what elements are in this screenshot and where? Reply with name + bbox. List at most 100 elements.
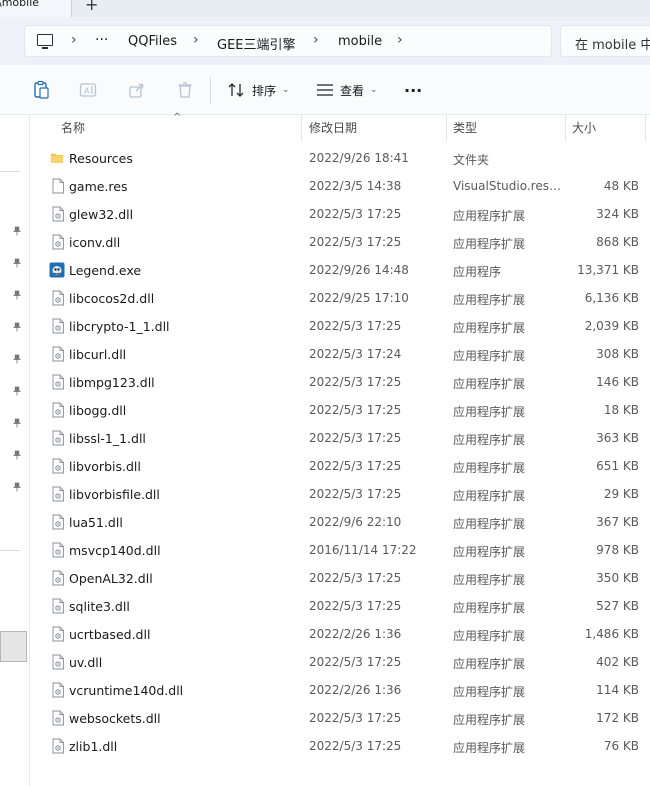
new-tab-icon[interactable]: +	[85, 0, 98, 14]
nav-item-selected[interactable]	[0, 631, 27, 662]
column-divider[interactable]	[645, 115, 646, 141]
file-type: 应用程序扩展	[453, 573, 526, 587]
file-size: 146 KB	[596, 375, 639, 389]
view-icon	[317, 84, 333, 96]
chevron-right-icon[interactable]: ›	[313, 32, 319, 48]
file-row[interactable]: zlib1.dll 2022/5/3 17:25 应用程序扩展 76 KB	[31, 732, 650, 760]
dll-icon	[52, 598, 64, 614]
column-header: ^ 名称 修改日期 类型 大小	[31, 112, 650, 141]
this-pc-icon[interactable]	[37, 34, 53, 49]
file-name: Legend.exe	[69, 263, 142, 278]
file-name: Resources	[69, 151, 133, 166]
dll-icon	[52, 710, 64, 726]
breadcrumb-mobile[interactable]: mobile	[338, 34, 382, 49]
file-size: 6,136 KB	[584, 291, 639, 305]
breadcrumb-gee[interactable]: GEE三端引擎	[217, 34, 296, 53]
chevron-right-icon[interactable]: ›	[71, 32, 77, 48]
file-name: websockets.dll	[69, 711, 161, 726]
rename-icon[interactable]: A	[78, 80, 98, 100]
file-row[interactable]: websockets.dll 2022/5/3 17:25 应用程序扩展 172 KB	[31, 704, 650, 732]
file-date: 2022/5/3 17:25	[309, 207, 402, 221]
file-row[interactable]: ucrtbased.dll 2022/2/26 1:36 应用程序扩展 1,486 K…	[31, 620, 650, 648]
file-type: 应用程序扩展	[453, 237, 526, 251]
column-date[interactable]: 修改日期	[309, 119, 357, 136]
file-date: 2022/5/3 17:25	[309, 431, 402, 445]
file-size: 76 KB	[603, 739, 639, 753]
sort-button[interactable]: 排序 ⌄	[228, 80, 290, 100]
file-row[interactable]: vcruntime140d.dll 2022/2/26 1:36 应用程序扩展 114…	[31, 676, 650, 704]
file-size: 308 KB	[596, 347, 639, 361]
column-size[interactable]: 大小	[572, 119, 596, 136]
paste-icon[interactable]	[31, 80, 51, 100]
file-row[interactable]: libcrypto-1_1.dll 2022/5/3 17:25 应用程序扩展 2,0…	[31, 312, 650, 340]
file-date: 2022/5/3 17:25	[309, 599, 402, 613]
tab-current[interactable]: \mobile	[0, 0, 72, 17]
file-type: 应用程序扩展	[453, 517, 526, 531]
file-date: 2022/5/3 17:25	[309, 375, 402, 389]
file-size: 114 KB	[596, 683, 639, 697]
nav-divider	[0, 550, 20, 551]
file-row[interactable]: uv.dll 2022/5/3 17:25 应用程序扩展 402 KB	[31, 648, 650, 676]
file-row[interactable]: iconv.dll 2022/5/3 17:25 应用程序扩展 868 KB	[31, 228, 650, 256]
more-options-button[interactable]: ···	[404, 80, 422, 100]
file-row[interactable]: OpenAL32.dll 2022/5/3 17:25 应用程序扩展 350 KB	[31, 564, 650, 592]
file-row[interactable]: libssl-1_1.dll 2022/5/3 17:25 应用程序扩展 363 KB	[31, 424, 650, 452]
dll-icon	[52, 738, 64, 754]
file-name: msvcp140d.dll	[69, 543, 161, 558]
file-name: lua51.dll	[69, 515, 123, 530]
pin-icon[interactable]	[12, 354, 22, 364]
more-crumbs-icon[interactable]: ···	[95, 32, 108, 48]
search-box[interactable]: 在 mobile 中	[560, 25, 650, 57]
file-row[interactable]: libcurl.dll 2022/5/3 17:24 应用程序扩展 308 KB	[31, 340, 650, 368]
pin-icon[interactable]	[12, 482, 22, 492]
file-row[interactable]: lua51.dll 2022/9/6 22:10 应用程序扩展 367 KB	[31, 508, 650, 536]
file-row[interactable]: msvcp140d.dll 2016/11/14 17:22 应用程序扩展 978 K…	[31, 536, 650, 564]
file-size: 29 KB	[603, 487, 639, 501]
file-size: 527 KB	[596, 599, 639, 613]
delete-icon[interactable]	[175, 80, 195, 100]
file-row[interactable]: libvorbisfile.dll 2022/5/3 17:25 应用程序扩展 29 …	[31, 480, 650, 508]
file-row[interactable]: Legend.exe 2022/9/26 14:48 应用程序 13,371 KB	[31, 256, 650, 284]
column-divider[interactable]	[565, 115, 566, 141]
file-row[interactable]: glew32.dll 2022/5/3 17:25 应用程序扩展 324 KB	[31, 200, 650, 228]
pin-icon[interactable]	[12, 226, 22, 236]
dll-icon	[52, 346, 64, 362]
column-divider[interactable]	[301, 115, 302, 141]
column-name[interactable]: 名称	[61, 119, 85, 136]
breadcrumb-qqfiles[interactable]: QQFiles	[128, 34, 177, 49]
view-button[interactable]: 查看 ⌄	[316, 80, 378, 100]
file-date: 2022/5/3 17:25	[309, 319, 402, 333]
file-row[interactable]: game.res 2022/3/5 14:38 VisualStudio.res..…	[31, 172, 650, 200]
file-type: 应用程序扩展	[453, 377, 526, 391]
file-row[interactable]: libvorbis.dll 2022/5/3 17:25 应用程序扩展 651 KB	[31, 452, 650, 480]
pin-icon[interactable]	[12, 418, 22, 428]
dll-icon	[52, 458, 64, 474]
pin-icon[interactable]	[12, 450, 22, 460]
file-type: 应用程序扩展	[453, 545, 526, 559]
dll-icon	[52, 626, 64, 642]
file-row[interactable]: libogg.dll 2022/5/3 17:25 应用程序扩展 18 KB	[31, 396, 650, 424]
file-list: Resources 2022/9/26 18:41 文件夹 game.res 2022/…	[31, 144, 650, 760]
file-row[interactable]: sqlite3.dll 2022/5/3 17:25 应用程序扩展 527 KB	[31, 592, 650, 620]
file-row[interactable]: libmpg123.dll 2022/5/3 17:25 应用程序扩展 146 KB	[31, 368, 650, 396]
file-date: 2022/5/3 17:25	[309, 711, 402, 725]
column-type[interactable]: 类型	[453, 119, 477, 136]
file-date: 2022/2/26 1:36	[309, 627, 402, 641]
address-bar[interactable]: › ··· QQFiles › GEE三端引擎 › mobile ›	[24, 25, 552, 57]
pin-icon[interactable]	[12, 322, 22, 332]
chevron-right-icon[interactable]: ›	[397, 32, 403, 48]
file-size: 651 KB	[596, 459, 639, 473]
file-size: 868 KB	[596, 235, 639, 249]
share-icon[interactable]	[127, 80, 147, 100]
pin-icon[interactable]	[12, 258, 22, 268]
chevron-right-icon[interactable]: ›	[193, 32, 199, 48]
file-name: libcocos2d.dll	[69, 291, 155, 306]
view-label: 查看	[340, 83, 365, 98]
pin-icon[interactable]	[12, 290, 22, 300]
file-row[interactable]: libcocos2d.dll 2022/9/25 17:10 应用程序扩展 6,136…	[31, 284, 650, 312]
file-type: 应用程序扩展	[453, 209, 526, 223]
column-divider[interactable]	[446, 115, 447, 141]
file-row[interactable]: Resources 2022/9/26 18:41 文件夹	[31, 144, 650, 172]
pin-icon[interactable]	[12, 386, 22, 396]
file-date: 2022/5/3 17:25	[309, 403, 402, 417]
